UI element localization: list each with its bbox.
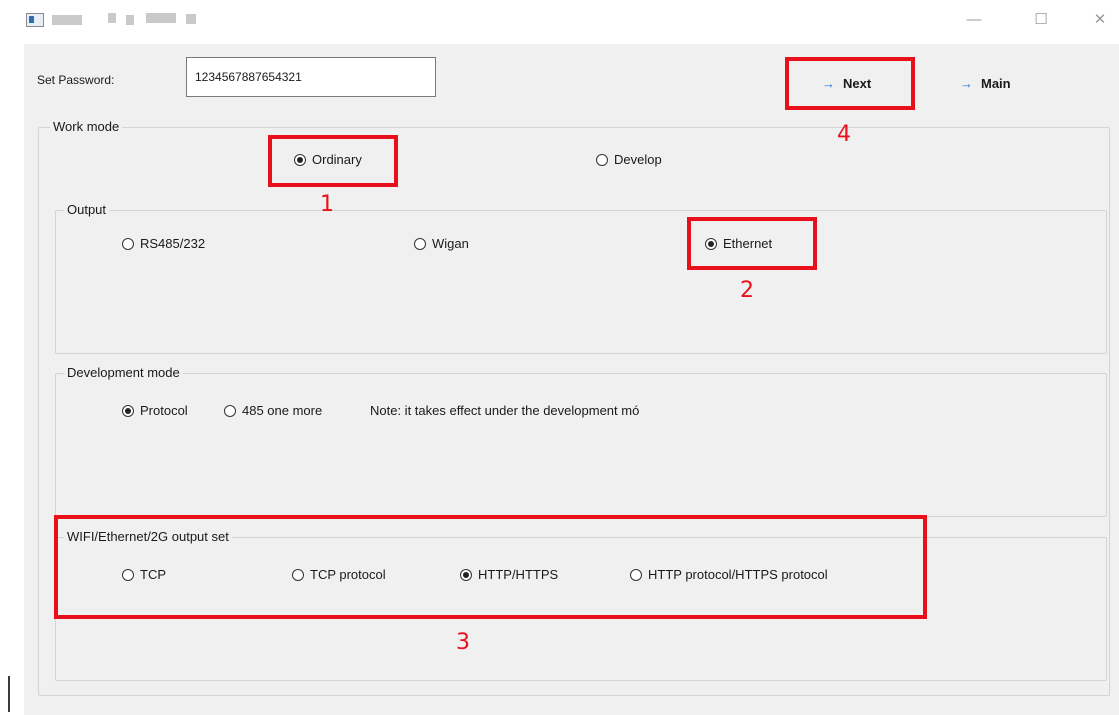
radio-485-one-more[interactable]: 485 one more [224, 403, 322, 418]
main-label: Main [981, 76, 1011, 91]
radio-develop[interactable]: Develop [596, 152, 662, 167]
development-mode-title: Development mode [64, 365, 183, 380]
development-mode-note: Note: it takes effect under the developm… [370, 403, 640, 418]
radio-circle-selected [122, 404, 134, 417]
annotation-box-3 [54, 515, 927, 619]
annotation-box-2 [687, 217, 817, 270]
main-button[interactable]: → Main [960, 60, 1011, 108]
arrow-right-icon: → [960, 76, 973, 91]
title-bar: — ☐ ✕ [0, 0, 1119, 44]
output-group [55, 210, 1107, 354]
annotation-box-1 [268, 135, 398, 187]
output-title: Output [64, 202, 110, 217]
close-button[interactable]: ✕ [1086, 8, 1114, 32]
radio-circle [122, 237, 134, 250]
radio-rs485[interactable]: RS485/232 [122, 236, 205, 251]
password-label: Set Password: [37, 73, 115, 87]
radio-circle [414, 237, 426, 250]
maximize-button[interactable]: ☐ [1027, 8, 1055, 32]
radio-circle [596, 153, 608, 166]
annotation-box-4 [785, 57, 915, 110]
app-icon [26, 13, 44, 27]
minimize-button[interactable]: — [960, 8, 988, 32]
annotation-label-2: 2 [740, 278, 754, 303]
password-input[interactable]: 1234567887654321 [186, 57, 436, 97]
annotation-label-4: 4 [837, 122, 851, 147]
window-edge [8, 676, 10, 712]
radio-circle [224, 404, 236, 417]
work-mode-title: Work mode [50, 119, 123, 134]
radio-protocol[interactable]: Protocol [122, 403, 188, 418]
annotation-label-3: 3 [456, 630, 470, 655]
window-title-obscured [52, 13, 202, 25]
annotation-label-1: 1 [320, 192, 334, 217]
radio-wigan[interactable]: Wigan [414, 236, 469, 251]
development-mode-group [55, 373, 1107, 517]
